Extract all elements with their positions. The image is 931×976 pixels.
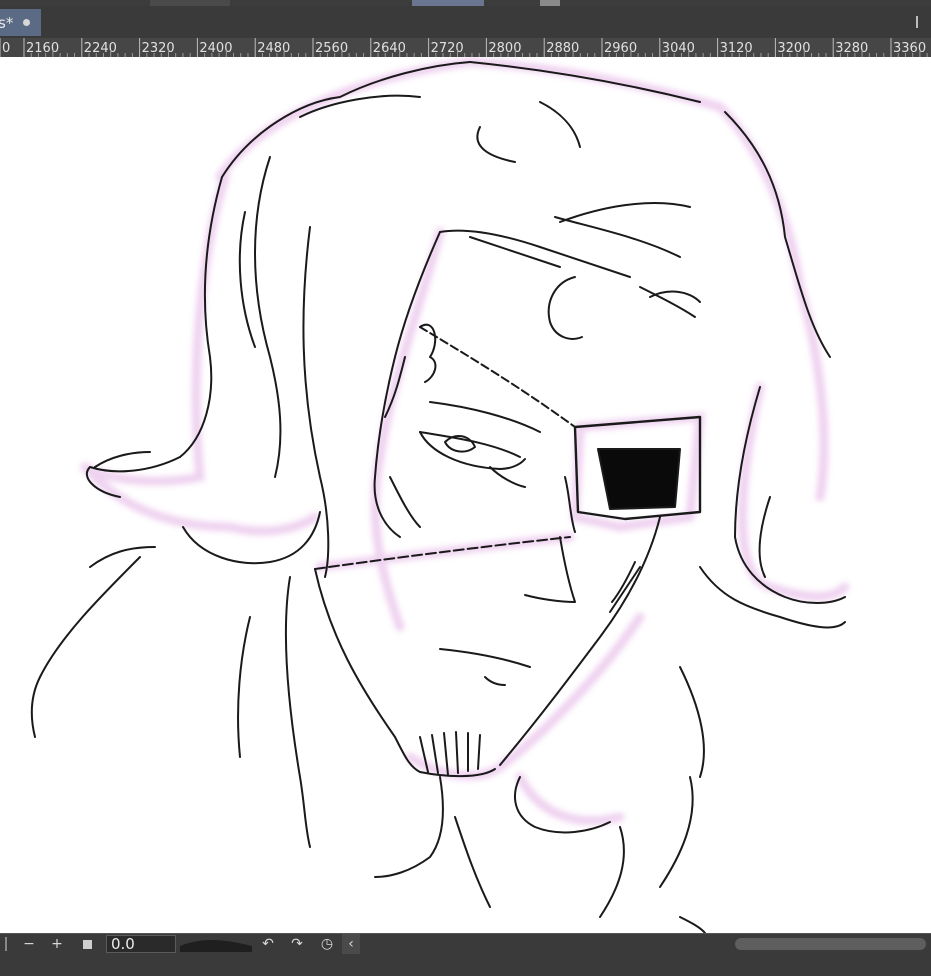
- ruler-label: 0: [2, 41, 10, 56]
- zoom-in-icon[interactable]: +: [44, 934, 70, 954]
- document-tab-label: s*: [0, 13, 14, 32]
- horizontal-ruler: 0 2160 2240 2320 2400 2480 2560 2640 2720 2800 288…: [0, 38, 931, 58]
- canvas-status-bar: − + 0.0 ↶ ↷ ◷ ‹: [0, 933, 931, 954]
- reset-rotation-icon[interactable]: ◷: [314, 934, 340, 954]
- rotate-right-icon[interactable]: ↷: [284, 934, 310, 954]
- horizontal-scrollbar[interactable]: [735, 938, 926, 950]
- drawing-canvas[interactable]: [0, 57, 931, 933]
- panel-handle[interactable]: [916, 16, 918, 28]
- rotate-left-icon[interactable]: ↶: [255, 934, 281, 954]
- stop-icon[interactable]: [74, 934, 100, 954]
- zoom-out-icon[interactable]: −: [16, 934, 42, 954]
- panel-edge: [0, 934, 12, 954]
- ink-line-layer: [30, 61, 846, 933]
- document-tab-bar: s*: [0, 6, 931, 39]
- close-dot-icon[interactable]: [23, 19, 31, 26]
- sketch-artwork: [30, 57, 850, 933]
- ruler-ticks: 0 2160 2240 2320 2400 2480 2560 2640 2720 2800 288…: [0, 38, 928, 57]
- bottom-panel: [0, 954, 931, 976]
- document-tab[interactable]: s*: [0, 9, 41, 36]
- zoom-value-field[interactable]: 0.0: [106, 935, 176, 953]
- pink-highlight-layer: [80, 57, 850, 826]
- chevron-left-icon[interactable]: ‹: [342, 934, 360, 954]
- zoom-slider[interactable]: [180, 936, 252, 952]
